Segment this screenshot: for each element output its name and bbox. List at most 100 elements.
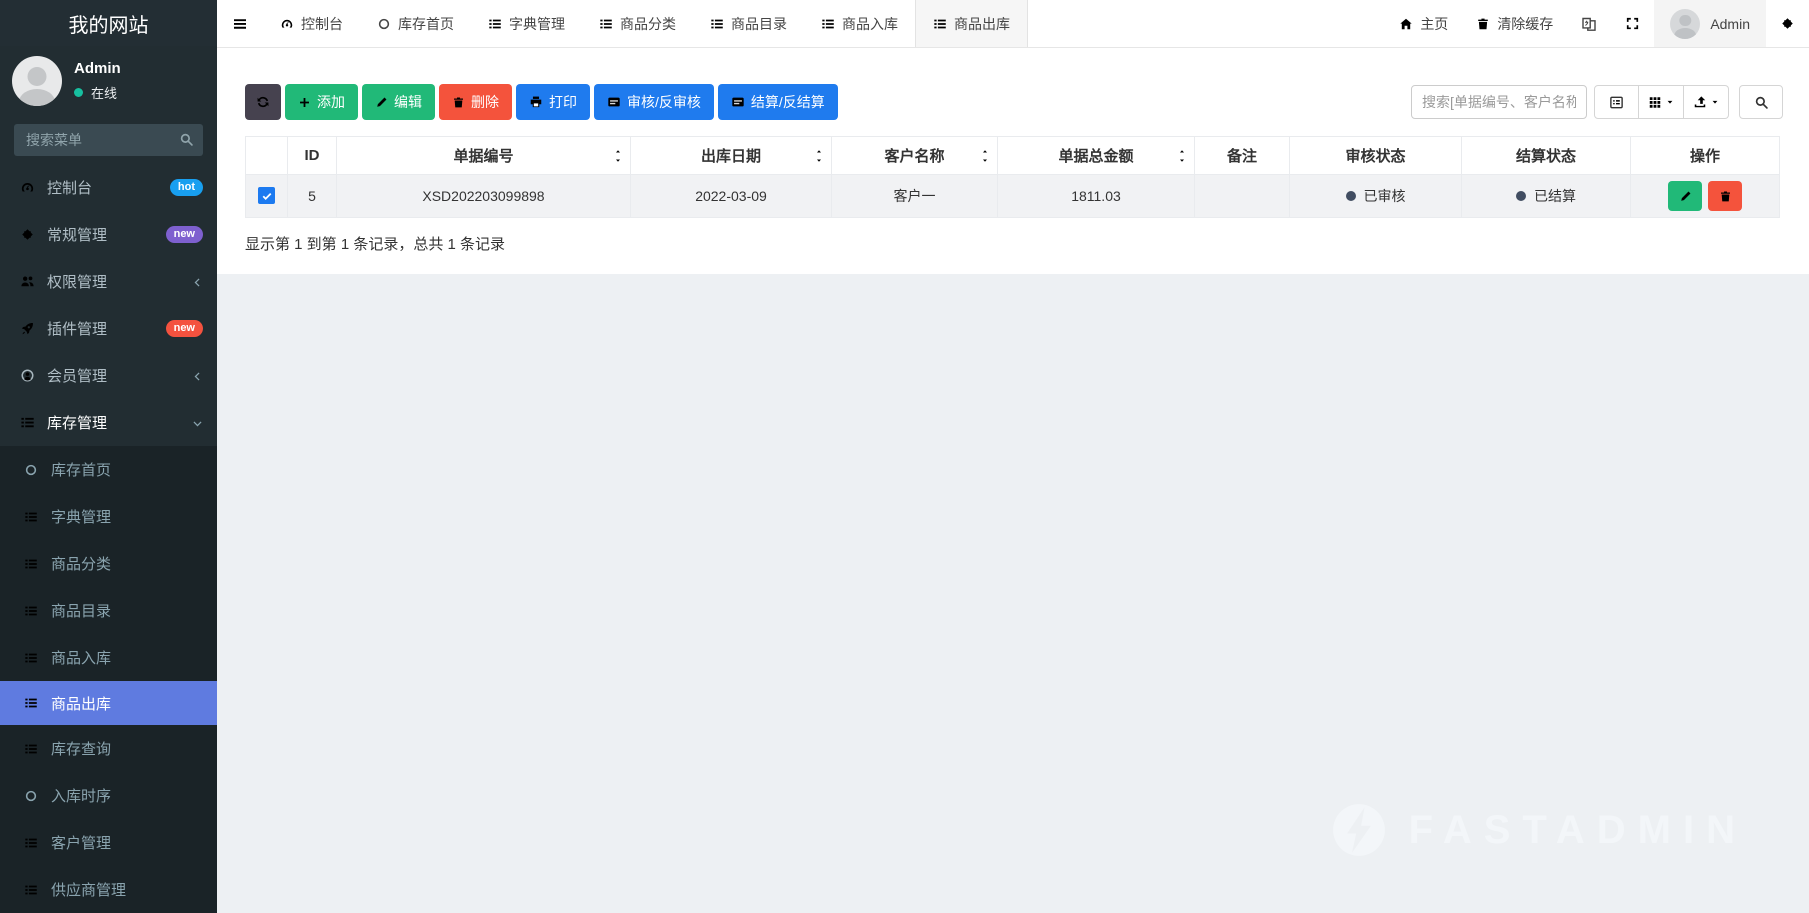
settings-button[interactable] [1766, 0, 1809, 47]
sidebar-toggle-button[interactable] [217, 0, 263, 47]
pencil-icon [1679, 190, 1692, 203]
refresh-button[interactable] [245, 84, 281, 120]
sidebar-item-supplier[interactable]: 供应商管理 [0, 866, 217, 913]
submenu-label: 入库时序 [51, 785, 111, 806]
tab-dict[interactable]: 字典管理 [471, 0, 582, 47]
tab-label: 字典管理 [509, 14, 565, 34]
sidebar-item-addon[interactable]: 插件管理 new [0, 305, 217, 352]
tab-dashboard[interactable]: 控制台 [263, 0, 360, 47]
col-label: 单据编号 [453, 148, 513, 165]
col-bill-no[interactable]: 单据编号 [337, 137, 631, 175]
tab-goods-in[interactable]: 商品入库 [804, 0, 915, 47]
list-alt-icon [1609, 95, 1624, 110]
sidebar-item-inventory[interactable]: 库存管理 [0, 399, 217, 446]
select-all-header[interactable] [246, 137, 288, 175]
settle-button[interactable]: 结算/反结算 [718, 84, 838, 120]
topbar: 控制台 库存首页 字典管理 商品分类 商品目录 商品入库 商品出库 [217, 0, 1809, 48]
tab-goods-category[interactable]: 商品分类 [582, 0, 693, 47]
language-icon [1581, 16, 1597, 32]
fastadmin-logo-icon [1331, 802, 1387, 858]
avatar [1670, 9, 1700, 39]
menu-label: 插件管理 [47, 318, 107, 339]
cell-amount: 1811.03 [998, 175, 1195, 218]
records-table: ID 单据编号 出库日期 客户名称 单据总金额 备注 审核状态 结算状态 操作 [245, 136, 1780, 218]
chevron-down-icon [192, 414, 203, 431]
audit-button[interactable]: 审核/反审核 [594, 84, 714, 120]
add-button[interactable]: 添加 [285, 84, 358, 120]
edit-button[interactable]: 编辑 [362, 84, 435, 120]
search-icon [179, 132, 194, 147]
col-customer[interactable]: 客户名称 [832, 137, 998, 175]
col-actions: 操作 [1631, 137, 1780, 175]
menu-search-input[interactable] [14, 124, 203, 156]
search-submit-button[interactable] [1739, 85, 1783, 119]
sort-icon [1177, 148, 1187, 164]
col-audit-status[interactable]: 审核状态 [1290, 137, 1462, 175]
col-out-date[interactable]: 出库日期 [631, 137, 832, 175]
tab-goods-out[interactable]: 商品出库 [915, 0, 1028, 47]
sidebar-submenu: 库存首页 字典管理 商品分类 商品目录 商品入库 商品出库 库存查询 入库时序 [0, 446, 217, 913]
delete-button[interactable]: 删除 [439, 84, 512, 120]
table-right-tools [1411, 85, 1783, 119]
table-row[interactable]: 5 XSD202203099898 2022-03-09 客户一 1811.03… [246, 175, 1780, 218]
cell-customer: 客户一 [832, 175, 998, 218]
col-id[interactable]: ID [288, 137, 337, 175]
pencil-icon [375, 96, 388, 109]
language-switch-button[interactable] [1567, 0, 1611, 47]
new-badge: new [166, 226, 203, 243]
sidebar-item-dashboard[interactable]: 控制台 hot [0, 164, 217, 211]
search-icon [1754, 95, 1769, 110]
sidebar-item-inventory-home[interactable]: 库存首页 [0, 446, 217, 493]
tab-goods-catalog[interactable]: 商品目录 [693, 0, 804, 47]
hot-badge: hot [170, 179, 203, 196]
online-label: 在线 [91, 83, 117, 102]
user-menu[interactable]: Admin [1654, 0, 1766, 47]
sidebar-item-member[interactable]: 会员管理 [0, 352, 217, 399]
add-label: 添加 [317, 92, 345, 112]
sidebar-item-auth[interactable]: 权限管理 [0, 258, 217, 305]
menu-label: 权限管理 [47, 271, 107, 292]
col-remark[interactable]: 备注 [1195, 137, 1290, 175]
sidebar-item-goods-out[interactable]: 商品出库 [0, 681, 217, 725]
sidebar-item-general[interactable]: 常规管理 new [0, 211, 217, 258]
gauge-icon [18, 180, 36, 195]
export-button[interactable] [1684, 85, 1729, 119]
columns-button[interactable] [1639, 85, 1684, 119]
cell-remark [1195, 175, 1290, 218]
sidebar-item-goods-catalog[interactable]: 商品目录 [0, 587, 217, 634]
sidebar-item-goods-category[interactable]: 商品分类 [0, 540, 217, 587]
row-delete-button[interactable] [1708, 181, 1742, 211]
list-icon [933, 17, 947, 31]
cell-bill-no: XSD202203099898 [337, 175, 631, 218]
sidebar-item-customer[interactable]: 客户管理 [0, 819, 217, 866]
status-dot-icon [1346, 191, 1356, 201]
home-link[interactable]: 主页 [1385, 0, 1462, 47]
submenu-label: 商品出库 [51, 693, 111, 714]
tab-label: 库存首页 [398, 14, 454, 34]
list-icon [22, 557, 40, 571]
list-icon [710, 17, 724, 31]
col-settle-status[interactable]: 结算状态 [1462, 137, 1631, 175]
home-label: 主页 [1420, 14, 1448, 34]
table-search-input[interactable] [1411, 85, 1587, 119]
toggle-view-button[interactable] [1594, 85, 1639, 119]
sidebar-item-dict[interactable]: 字典管理 [0, 493, 217, 540]
row-edit-button[interactable] [1668, 181, 1702, 211]
list-icon [821, 17, 835, 31]
sidebar-item-goods-in[interactable]: 商品入库 [0, 634, 217, 681]
clear-cache-link[interactable]: 清除缓存 [1462, 0, 1567, 47]
cell-actions [1631, 175, 1780, 218]
sidebar-item-inbound-timeline[interactable]: 入库时序 [0, 772, 217, 819]
col-amount[interactable]: 单据总金额 [998, 137, 1195, 175]
menu-label: 会员管理 [47, 365, 107, 386]
row-checkbox[interactable] [258, 187, 275, 204]
check-icon [261, 190, 273, 202]
gear-icon [18, 227, 36, 242]
fullscreen-button[interactable] [1611, 0, 1654, 47]
gauge-icon [280, 17, 294, 31]
tab-label: 商品入库 [842, 14, 898, 34]
print-button[interactable]: 打印 [516, 84, 590, 120]
tab-inventory-home[interactable]: 库存首页 [360, 0, 471, 47]
sidebar-item-stock-query[interactable]: 库存查询 [0, 725, 217, 772]
list-icon [599, 17, 613, 31]
